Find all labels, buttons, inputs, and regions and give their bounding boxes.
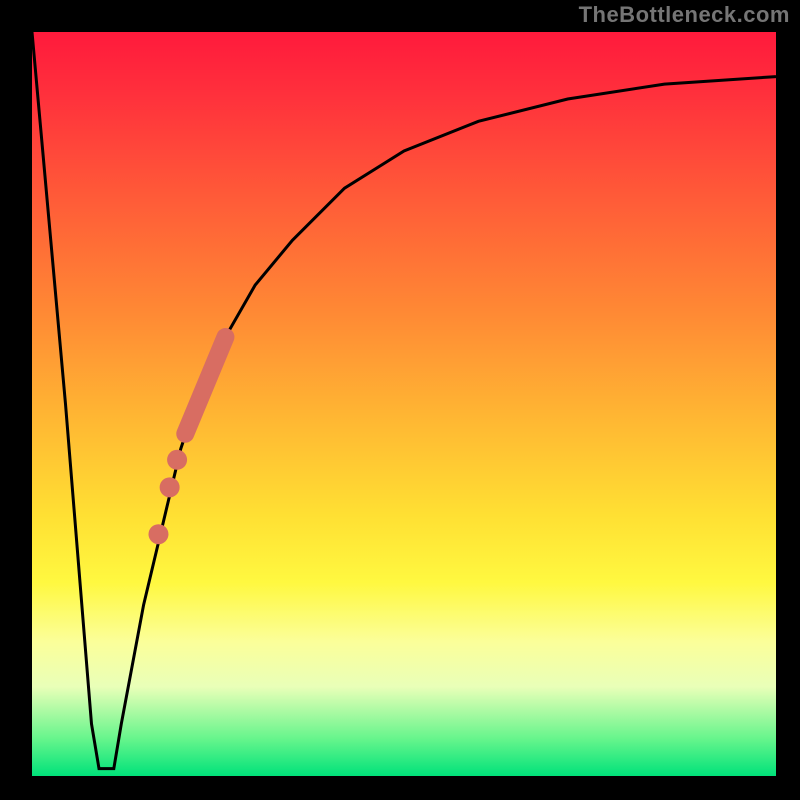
highlight-segment [185,337,225,434]
chart-svg [32,32,776,776]
bottleneck-curve [32,32,776,769]
highlight-dots [148,450,187,544]
attribution-text: TheBottleneck.com [579,2,790,28]
frame: TheBottleneck.com [0,0,800,800]
highlight-dot [160,477,180,497]
highlight-dot [148,524,168,544]
highlight-dot [167,450,187,470]
